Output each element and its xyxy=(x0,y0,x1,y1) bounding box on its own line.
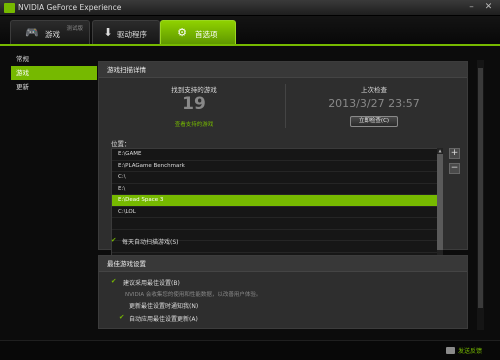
window-title: NVIDIA GeForce Experience xyxy=(18,3,122,12)
daily-scan-checkbox-label[interactable]: 每天自动扫描游戏(S) xyxy=(122,237,179,246)
checkmark-icon[interactable]: ✔ xyxy=(111,277,116,285)
list-item[interactable]: E:\GAME xyxy=(112,149,442,161)
last-check-date: 2013/3/27 23:57 xyxy=(328,97,420,110)
panel-heading: 最佳游戏设置 xyxy=(99,256,467,272)
last-check-label: 上次检查 xyxy=(361,86,387,94)
download-arrow-icon: ⬇ xyxy=(103,26,113,39)
checkmark-icon[interactable]: ✔ xyxy=(119,313,124,321)
tab-label: 首选项 xyxy=(195,30,218,39)
remove-location-button[interactable]: − xyxy=(449,163,460,174)
add-location-button[interactable]: + xyxy=(449,148,460,159)
tab-drivers[interactable]: ⬇ 驱动程序 xyxy=(92,20,160,45)
scroll-up-icon[interactable]: ▲ xyxy=(437,148,443,153)
feedback-icon[interactable] xyxy=(446,347,455,354)
locations-label: 位置： xyxy=(111,140,131,148)
list-item[interactable]: C:\LOL xyxy=(112,207,442,218)
tab-bar: 🎮 游戏 测试版 ⬇ 驱动程序 ⚙ 首选项 xyxy=(0,16,500,45)
sidebar: 常规 游戏 更新 xyxy=(11,52,97,344)
close-button[interactable]: ✕ xyxy=(483,2,494,13)
list-item[interactable]: E:\ xyxy=(112,184,442,195)
list-item[interactable]: E:\PLAGame Benchmark xyxy=(112,161,442,172)
send-feedback-link[interactable]: 发送反馈 xyxy=(458,346,482,355)
view-supported-games-link[interactable]: 查看支持的游戏 xyxy=(139,120,249,128)
tab-games[interactable]: 🎮 游戏 测试版 xyxy=(10,20,90,45)
found-games-label: 找到支持的游戏 xyxy=(171,86,217,94)
notify-updates-label[interactable]: 更新最佳设置时通知我(N) xyxy=(129,301,198,310)
checkmark-icon[interactable]: ✔ xyxy=(111,236,116,244)
sidebar-item-general[interactable]: 常规 xyxy=(11,52,97,66)
page-scroll-thumb[interactable] xyxy=(478,68,483,308)
status-bar: 发送反馈 xyxy=(0,340,500,360)
title-bar: NVIDIA GeForce Experience – ✕ xyxy=(0,0,500,16)
scan-now-button[interactable]: 立即检查(C) xyxy=(350,116,398,127)
panel-heading: 游戏扫描详情 xyxy=(99,62,467,78)
recommend-settings-label[interactable]: 建议采用最佳设置(B) xyxy=(123,278,180,287)
sidebar-item-games[interactable]: 游戏 xyxy=(11,66,97,80)
sidebar-item-updates[interactable]: 更新 xyxy=(11,80,97,94)
found-games-count: 19 xyxy=(182,94,206,114)
tab-label: 驱动程序 xyxy=(117,30,147,39)
gears-icon: ⚙ xyxy=(177,26,187,39)
nvidia-logo-icon xyxy=(4,3,15,13)
optimal-settings-panel: 最佳游戏设置 ✔ 建议采用最佳设置(B) NVIDIA 会收集您的使用和性能数据… xyxy=(98,255,468,329)
list-item[interactable]: C:\ xyxy=(112,172,442,184)
tab-preferences[interactable]: ⚙ 首选项 xyxy=(160,20,236,45)
tab-label: 游戏 xyxy=(45,30,60,39)
list-scroll-thumb[interactable] xyxy=(437,154,443,250)
tab-underline xyxy=(0,44,500,46)
list-item-selected[interactable]: E:\Dead Space 3 xyxy=(112,195,442,207)
stat-divider xyxy=(285,84,286,128)
list-item[interactable] xyxy=(112,218,442,230)
gamepad-icon: 🎮 xyxy=(25,26,39,39)
minimize-button[interactable]: – xyxy=(466,2,477,13)
scan-details-panel: 游戏扫描详情 找到支持的游戏 19 查看支持的游戏 上次检查 2013/3/27… xyxy=(98,61,468,282)
auto-apply-label[interactable]: 自动应用最佳设置更新(A) xyxy=(129,314,198,323)
beta-badge: 测试版 xyxy=(66,26,83,32)
recommend-description: NVIDIA 会收集您的使用和性能数据，以改善用户体验。 xyxy=(125,292,262,298)
